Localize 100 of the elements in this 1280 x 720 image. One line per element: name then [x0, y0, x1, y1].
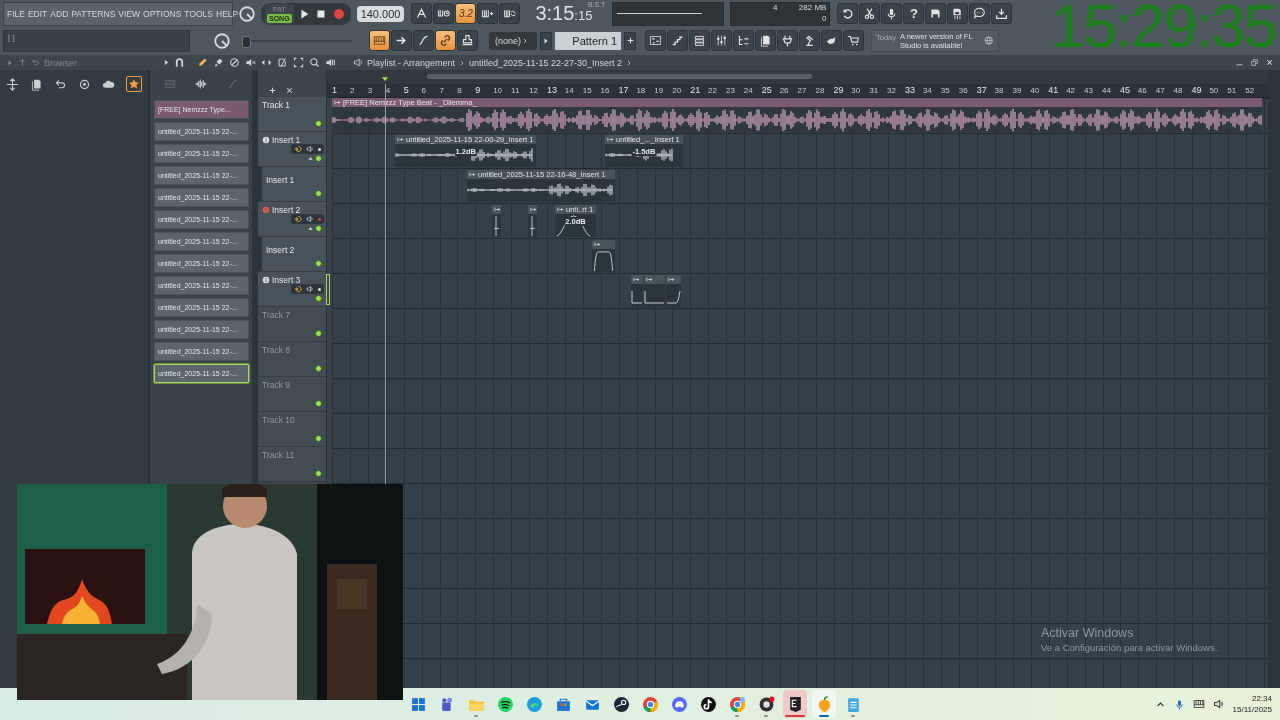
menu-item[interactable]: VIEW [118, 8, 141, 19]
bar-number: 31 [869, 85, 880, 97]
track-header[interactable]: Insert 2 [258, 202, 326, 237]
window-title: Playlist - Arrangement [367, 57, 456, 68]
menu-item[interactable]: OPTIONS [143, 8, 182, 19]
bar-number: 11 [511, 85, 521, 97]
timeline-ruler[interactable]: 1 2 3 4 5 6 7 8 9 10 11 12 13 14 15 16 17 18 19 20 21 22 23 24 25 26 27 28 29 30 31 32 33 34 35 36 37 38 39 40 41 42 43 44 45 46 47 48 49 50 51 52 [327, 84, 1268, 98]
tempo-display[interactable]: 140.000 [356, 5, 405, 22]
bar-number: 30 [851, 85, 862, 97]
bar-number: 28 [815, 85, 826, 97]
track-name[interactable]: Insert 1 [272, 135, 301, 145]
track-name[interactable]: Insert 2 [272, 205, 301, 215]
voice-count: 4 [771, 3, 779, 13]
bar-number: 38 [994, 85, 1005, 97]
menu-item[interactable]: PATTERNS [71, 8, 116, 19]
bar-number: 26 [779, 85, 790, 97]
bar-number: 50 [1209, 85, 1220, 97]
bar-number: 42 [1066, 85, 1077, 97]
track-header[interactable]: Insert 2 [258, 237, 326, 272]
bar-number: 14 [564, 85, 575, 97]
bar-number: 22 [708, 85, 718, 97]
bar-number: 13 [546, 84, 558, 97]
track-header[interactable]: Track 11 [258, 447, 326, 482]
bar-number: 12 [528, 85, 539, 97]
bar-number: 20 [672, 85, 683, 97]
track-header[interactable]: Track 1 [258, 97, 326, 132]
activation-title: Activar Windows [1041, 626, 1135, 640]
hint-bar: [ ] [3, 29, 190, 52]
bar-number: 46 [1137, 85, 1148, 97]
bar-number: 24 [743, 85, 754, 97]
track-name[interactable]: Track 8 [262, 345, 322, 355]
bar-number: 48 [1173, 85, 1184, 97]
bar-number: 44 [1101, 85, 1112, 97]
bar-number: 16 [600, 85, 611, 97]
bar-number: 35 [940, 85, 951, 97]
browser-title: Browser [44, 57, 77, 68]
track-name[interactable]: Insert 2 [264, 245, 322, 255]
track-name[interactable]: Track 1 [262, 100, 322, 110]
bar-number: 2 [349, 85, 356, 97]
track-name[interactable]: Track 9 [262, 380, 322, 390]
countdown-button[interactable]: 3.2 [455, 3, 477, 24]
bar-number: 34 [922, 85, 933, 97]
bar-number: 43 [1084, 85, 1094, 97]
bar-number: 51 [1227, 85, 1238, 97]
activation-message: Ve a Configuración para activar Windows. [1041, 642, 1218, 653]
bar-number: 1 [332, 84, 338, 97]
track-name[interactable]: Track 10 [262, 415, 322, 425]
song-time: 3:15 [535, 2, 575, 25]
bar-number: 9 [475, 84, 482, 97]
taskbar-date[interactable]: 15/11/2025 [1232, 704, 1272, 715]
track-header[interactable]: Track 8 [258, 342, 326, 377]
track-name[interactable]: Track 11 [262, 450, 322, 460]
memory-usage: 282 MB [797, 3, 828, 13]
bar-number: 10 [493, 85, 504, 97]
track-header[interactable]: Track 9 [258, 377, 326, 412]
bar-number: 5 [403, 84, 410, 97]
bar-number: 45 [1119, 84, 1131, 97]
menu-item[interactable]: TOOLS [184, 8, 214, 19]
pattern-selector[interactable]: Pattern 1 [555, 31, 621, 50]
bar-number: 15 [582, 85, 593, 97]
bar-number: 40 [1030, 85, 1041, 97]
bar-number: 47 [1155, 85, 1166, 97]
menu-item[interactable]: HELP [216, 8, 239, 19]
bar-number: 49 [1191, 84, 1203, 97]
bar-number: 52 [1245, 85, 1256, 97]
bar-number: 3 [367, 85, 374, 97]
bar-number: 7 [439, 85, 445, 97]
pattern-group-dropdown[interactable]: (none) [489, 31, 537, 50]
bar-number: 41 [1048, 84, 1060, 97]
bar-number: 32 [887, 85, 897, 97]
bar-number: 8 [457, 85, 463, 97]
cpu-value: 0 [820, 14, 828, 24]
bar-number: 29 [833, 84, 845, 97]
menu-item[interactable]: EDIT [27, 8, 48, 19]
breadcrumb-item[interactable]: untitled_2025-11-15 22-27-30_Insert 2 [469, 57, 622, 68]
menu-item[interactable]: ADD [50, 8, 69, 19]
help-button[interactable]: ? [903, 3, 925, 24]
song-time-ticks: :15 [574, 8, 593, 23]
bar-number: 23 [725, 85, 736, 97]
bar-number: 36 [958, 85, 969, 97]
bar-number: 37 [976, 84, 988, 97]
track-header[interactable]: Track 10 [258, 412, 326, 447]
bar-number: 21 [690, 84, 702, 97]
bar-number: 4 [385, 85, 392, 97]
track-name[interactable]: Track 7 [262, 310, 322, 320]
bar-number: 39 [1012, 85, 1023, 97]
bar-number: 25 [761, 84, 773, 97]
track-name[interactable]: Insert 1 [264, 175, 322, 185]
track-name[interactable]: Insert 3 [272, 275, 301, 285]
track-header[interactable]: Insert 1 [258, 132, 326, 167]
taskbar-time[interactable]: 22:34 [1251, 693, 1272, 704]
track-header[interactable]: Insert 1 [258, 167, 326, 202]
track-header[interactable]: Track 7 [258, 307, 326, 342]
menu-item[interactable]: FILE [7, 8, 25, 19]
bar-number: 27 [797, 85, 808, 97]
bar-number: 33 [905, 84, 916, 97]
bar-number: 6 [421, 85, 427, 97]
bar-number: 18 [636, 85, 647, 97]
bar-number: 17 [618, 84, 630, 97]
clock-overlay: 15:29:35 [1050, 0, 1276, 53]
